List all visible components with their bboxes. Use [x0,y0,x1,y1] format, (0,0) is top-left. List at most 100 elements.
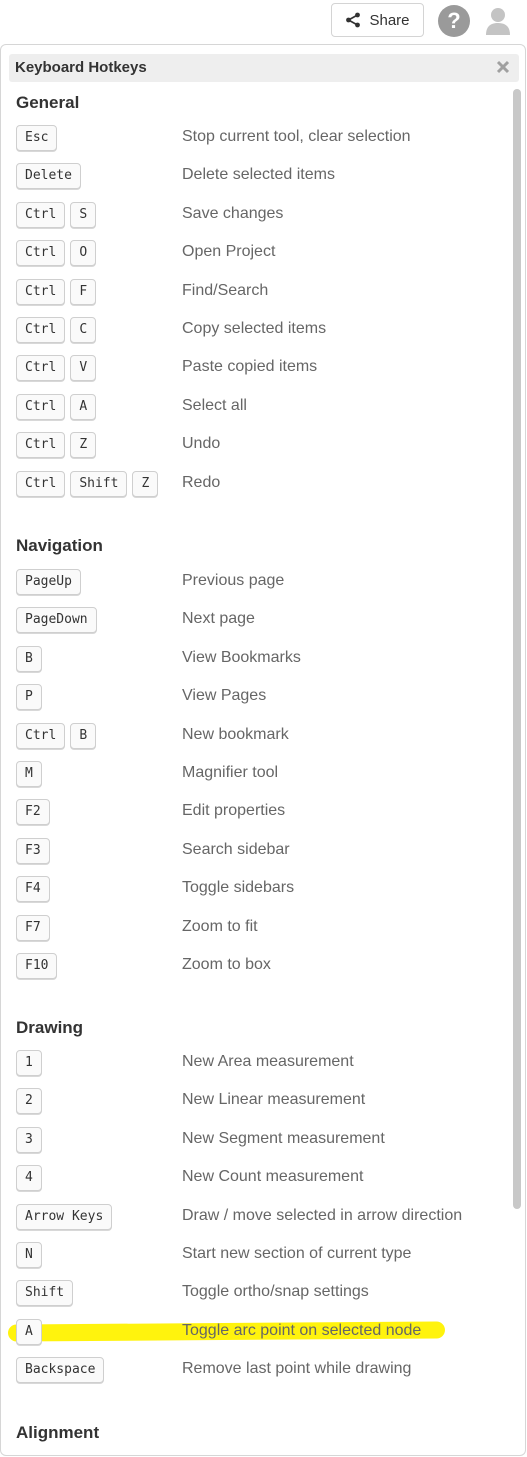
key-cap: Ctrl [16,393,66,420]
svg-text:?: ? [447,8,460,33]
hotkey-description: New Linear measurement [182,1091,366,1109]
key-cap: Ctrl [16,317,66,343]
key-cap: A [16,1318,42,1345]
hotkey-keys: 2 [16,1088,42,1115]
user-avatar-icon[interactable] [484,6,512,36]
hotkey-description: New Count measurement [182,1168,364,1186]
share-label: Share [369,11,410,29]
key-cap: Ctrl [16,722,66,749]
hotkey-keys: F2 [16,799,50,826]
key-cap: A [70,393,97,420]
section-title-alignment: Alignment [16,1423,100,1442]
key-cap: Ctrl [16,470,66,497]
hotkey-row: F4 Toggle sidebars [16,876,506,903]
panel-title: Keyboard Hotkeys [15,59,147,76]
hotkey-keys: Esc [16,125,58,151]
hotkey-description: View Pages [182,687,267,705]
key-cap: PageUp [16,569,81,595]
hotkey-row: Ctrl Z Undo [16,432,506,459]
key-cap: M [16,761,42,787]
close-icon[interactable] [494,58,512,76]
section-title-navigation: Navigation [16,536,103,555]
hotkey-description: Search sidebar [182,840,290,858]
key-cap: C [70,317,97,343]
hotkey-row: F7 Zoom to fit [16,914,506,941]
hotkey-keys: Delete [16,163,81,190]
key-cap: Ctrl [16,240,66,267]
panel-header: Keyboard Hotkeys [9,54,519,82]
key-cap: B [70,722,97,749]
key-cap: Ctrl [16,355,66,382]
hotkey-keys: P [16,684,42,711]
key-cap: Ctrl [16,278,66,305]
hotkey-description: Open Project [182,243,276,261]
hotkey-keys: Ctrl O [16,240,97,267]
hotkey-description: Magnifier tool [182,764,279,781]
hotkey-description: Remove last point while drawing [182,1360,412,1378]
key-cap: Z [132,470,159,497]
hotkey-keys: A [16,1318,42,1345]
hotkey-row: A Toggle arc point on selected node [16,1318,506,1345]
hotkey-row: PageUp Previous page [16,569,506,595]
scrollbar[interactable] [513,89,521,1209]
hotkey-row: Backspace Remove last point while drawing [16,1357,506,1384]
hotkey-description: Zoom to fit [182,917,258,935]
hotkey-keys: M [16,761,42,787]
key-cap: Backspace [16,1357,105,1384]
key-cap: PageDown [16,607,97,634]
hotkey-keys: Ctrl S [16,201,97,228]
key-cap: Ctrl [16,201,66,228]
key-cap: P [16,684,42,711]
hotkey-row: Ctrl F Find/Search [16,278,506,305]
hotkey-keys: Shift [16,1280,74,1307]
hotkey-keys: F10 [16,953,58,979]
hotkey-row: B View Bookmarks [16,645,506,672]
hotkey-row: Ctrl B New bookmark [16,722,506,749]
key-cap: F3 [16,837,50,864]
hotkey-description: Edit properties [182,802,286,820]
key-cap: Z [70,432,97,459]
hotkey-keys: PageDown [16,607,97,634]
hotkey-row: 3 New Segment measurement [16,1126,506,1153]
hotkey-row: 4 New Count measurement [16,1165,506,1192]
hotkey-keys: 4 [16,1165,42,1192]
hotkey-description: Zoom to box [182,956,271,973]
hotkey-row: Arrow Keys Draw / move selected in arrow … [16,1203,506,1230]
hotkey-description: Redo [182,473,221,491]
hotkey-description: Toggle sidebars [182,879,295,897]
key-cap: F7 [16,914,50,941]
hotkey-keys: 3 [16,1126,42,1153]
hotkey-keys: Ctrl C [16,317,97,343]
hotkey-keys: N [16,1242,42,1268]
key-cap: 3 [16,1126,42,1153]
key-cap: Shift [70,470,128,497]
hotkey-description: New bookmark [182,725,289,743]
hotkey-description: Toggle arc point on selected node [182,1321,422,1339]
hotkey-keys: F4 [16,876,50,903]
hotkey-description: Select all [182,396,247,414]
key-cap: Delete [16,163,81,190]
hotkey-description: Save changes [182,204,284,222]
hotkey-row: N Start new section of current type [16,1242,506,1268]
top-bar: Share ? [0,0,527,44]
hotkey-description: New Area measurement [182,1053,354,1070]
hotkey-row: Ctrl O Open Project [16,240,506,267]
hotkey-row: F10 Zoom to box [16,953,506,979]
hotkey-keys: Backspace [16,1357,105,1384]
key-cap: F2 [16,799,50,826]
key-cap: S [70,201,97,228]
hotkey-description: Copy selected items [182,320,327,337]
help-icon[interactable]: ? [438,5,470,37]
hotkey-keys: B [16,645,42,672]
hotkey-row: M Magnifier tool [16,761,506,787]
hotkey-keys: Ctrl B [16,722,97,749]
hotkey-keys: PageUp [16,569,81,595]
key-cap: O [70,240,97,267]
key-cap: F [70,278,97,305]
hotkey-keys: F7 [16,914,50,941]
hotkey-description: Paste copied items [182,358,318,376]
key-cap: N [16,1242,42,1268]
key-cap: B [16,645,42,672]
hotkey-description: Next page [182,610,255,628]
share-button[interactable]: Share [331,3,424,37]
